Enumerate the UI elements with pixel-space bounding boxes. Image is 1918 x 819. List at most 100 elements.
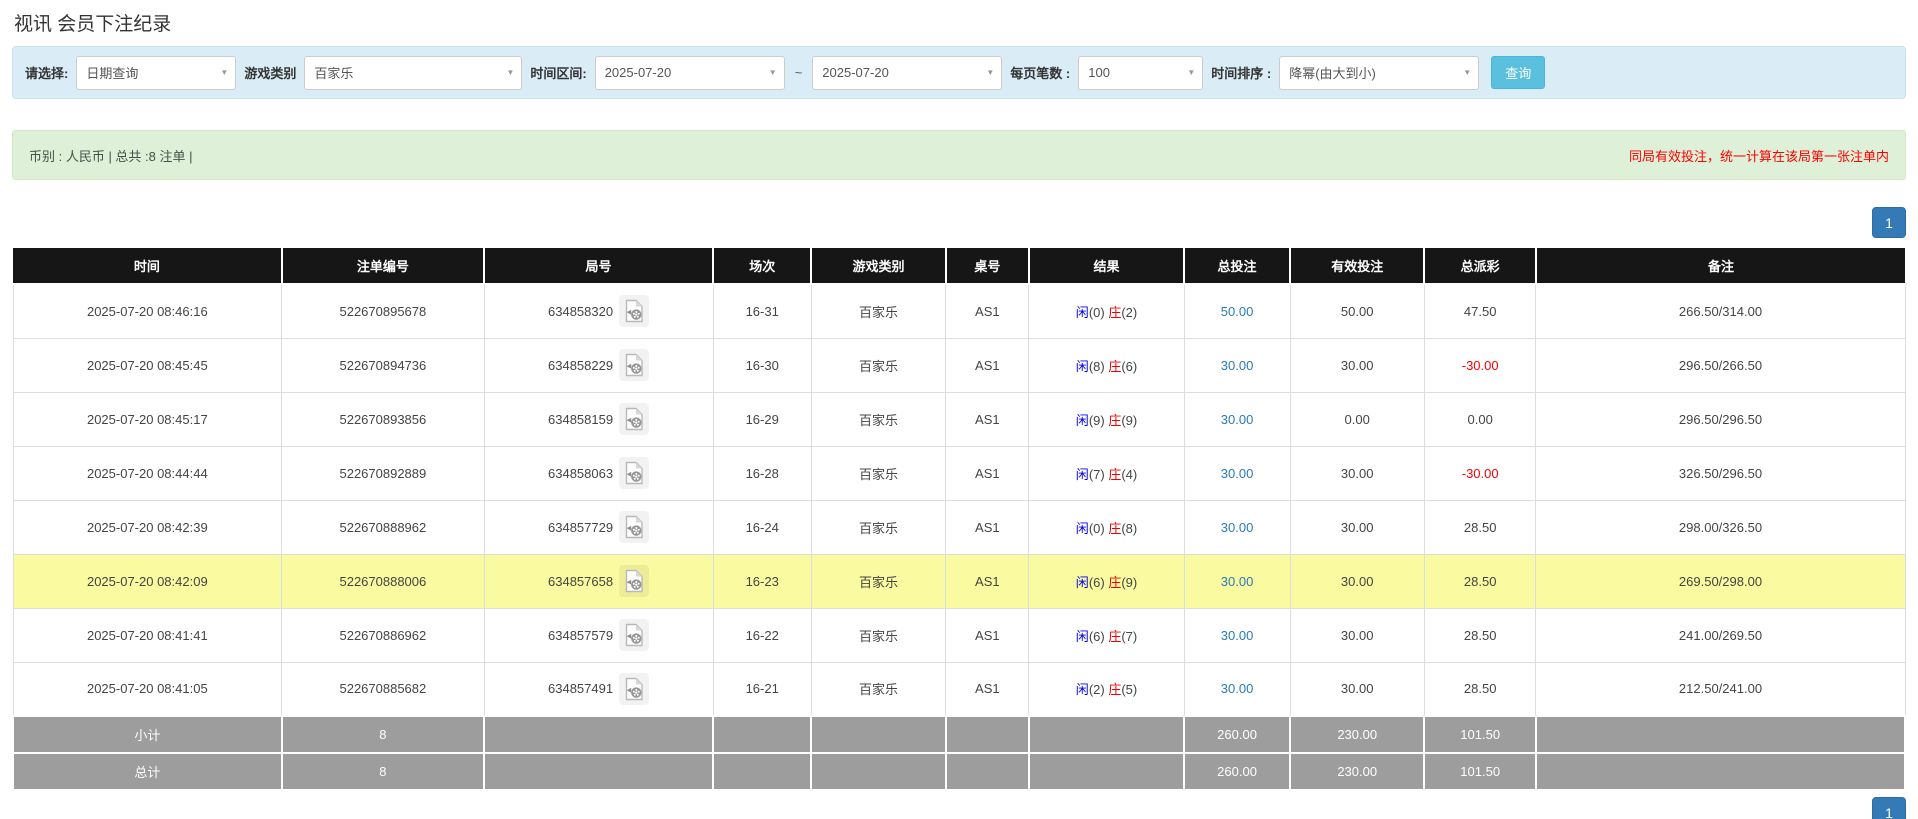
currency-total-text: 币别 : 人民币 | 总共 :8 注单 |	[29, 148, 193, 164]
chevron-down-icon: ▼	[506, 68, 515, 77]
cell-bet-id: 522670886962	[281, 607, 485, 663]
cell-result: 闲(7) 庄(4)	[1028, 445, 1185, 501]
video-replay-button[interactable]	[619, 565, 650, 597]
result-player-label: 闲	[1075, 466, 1089, 482]
grand-total-label: 总计	[12, 752, 283, 791]
table-row: 2025-07-20 08:44:44 522670892889 6348580…	[12, 445, 1906, 501]
chevron-down-icon: ▼	[986, 68, 995, 77]
header-game-category: 游戏类别	[811, 248, 947, 285]
round-id-value: 634858229	[548, 357, 614, 373]
cell-time: 2025-07-20 08:45:45	[12, 337, 283, 393]
video-replay-button[interactable]	[619, 619, 650, 651]
cell-table-no: AS1	[945, 499, 1030, 555]
video-replay-button[interactable]	[619, 457, 650, 489]
table-row: 2025-07-20 08:42:09 522670888006 6348576…	[12, 553, 1906, 609]
video-file-icon	[625, 623, 643, 647]
cell-result: 闲(2) 庄(5)	[1028, 661, 1185, 717]
cell-result: 闲(0) 庄(2)	[1028, 283, 1185, 339]
cell-round-id: 634857658	[483, 553, 714, 609]
game-category-value: 百家乐	[314, 66, 354, 81]
cell-table-no: AS1	[945, 607, 1030, 663]
result-player-score: (7)	[1088, 466, 1105, 482]
cell-table-no: AS1	[945, 391, 1030, 447]
cell-payout: 0.00	[1423, 391, 1537, 447]
total-bet-link[interactable]: 30.00	[1221, 681, 1254, 696]
video-replay-button[interactable]	[619, 295, 650, 328]
time-range-label: 时间区间:	[530, 66, 587, 81]
video-file-icon	[625, 461, 643, 485]
total-bet-link[interactable]: 30.00	[1221, 574, 1254, 589]
header-remark: 备注	[1535, 248, 1905, 285]
total-bet-link[interactable]: 30.00	[1221, 520, 1254, 535]
total-bet-link[interactable]: 30.00	[1221, 628, 1254, 643]
chevron-down-icon: ▼	[768, 68, 777, 77]
round-id-value: 634858063	[548, 465, 614, 481]
total-bet-link[interactable]: 30.00	[1221, 358, 1254, 373]
date-from-input[interactable]: 2025-07-20 ▼	[594, 55, 785, 90]
cell-payout: 28.50	[1423, 499, 1537, 555]
result-banker-score: (8)	[1121, 520, 1138, 536]
game-category-select[interactable]: 百家乐 ▼	[304, 55, 523, 90]
result-player-label: 闲	[1075, 682, 1089, 698]
result-banker-score: (9)	[1121, 412, 1138, 428]
result-player-label: 闲	[1075, 520, 1089, 536]
result-player-label: 闲	[1075, 358, 1089, 374]
result-banker-score: (2)	[1121, 304, 1138, 320]
cell-payout: -30.00	[1423, 445, 1537, 501]
result-banker-label: 庄	[1108, 358, 1122, 374]
grand-total-valid-bet: 230.00	[1289, 752, 1426, 791]
cell-valid-bet: 0.00	[1289, 391, 1425, 447]
table-header-row: 时间 注单编号 局号 场次 游戏类别 桌号 结果 总投注 有效投注 总派彩 备注	[13, 248, 1905, 285]
page-size-select[interactable]: 100 ▼	[1078, 55, 1204, 90]
video-replay-button[interactable]	[619, 672, 650, 705]
query-type-select[interactable]: 日期查询 ▼	[76, 55, 237, 90]
cell-time: 2025-07-20 08:44:44	[12, 445, 283, 501]
page-1-button[interactable]: 1	[1872, 207, 1906, 238]
cell-round-id: 634858320	[483, 283, 714, 339]
cell-total-bet: 30.00	[1183, 391, 1291, 447]
cell-total-bet: 30.00	[1183, 553, 1291, 609]
cell-round-id: 634857579	[483, 607, 714, 663]
round-id-value: 634857579	[548, 627, 614, 643]
date-to-value: 2025-07-20	[822, 65, 889, 80]
result-banker-score: (5)	[1121, 682, 1138, 698]
cell-table-no: AS1	[945, 445, 1030, 501]
total-bet-link[interactable]: 30.00	[1221, 412, 1254, 427]
cell-valid-bet: 30.00	[1289, 445, 1425, 501]
result-player-score: (9)	[1088, 412, 1105, 428]
video-replay-button[interactable]	[619, 349, 650, 381]
query-button[interactable]: 查询	[1491, 56, 1546, 89]
cell-bet-id: 522670892889	[281, 445, 485, 501]
cell-round-id: 634858159	[483, 391, 714, 447]
time-sort-select[interactable]: 降幂(由大到小) ▼	[1279, 55, 1480, 90]
cell-valid-bet: 30.00	[1289, 661, 1425, 717]
date-to-input[interactable]: 2025-07-20 ▼	[812, 55, 1003, 90]
table-row: 2025-07-20 08:45:45 522670894736 6348582…	[12, 337, 1906, 393]
page-1-button-bottom[interactable]: 1	[1872, 797, 1906, 819]
table-row: 2025-07-20 08:42:39 522670888962 6348577…	[12, 499, 1906, 555]
cell-total-bet: 50.00	[1183, 283, 1291, 339]
video-replay-button[interactable]	[619, 511, 650, 543]
grand-total-row: 总计 8 260.00 230.00 101.50	[12, 752, 1907, 791]
result-player-score: (8)	[1088, 358, 1105, 374]
chevron-down-icon: ▼	[1187, 68, 1196, 77]
cell-session: 16-29	[712, 391, 812, 447]
cell-session: 16-31	[712, 283, 812, 339]
time-sort-value: 降幂(由大到小)	[1289, 66, 1376, 81]
cell-result: 闲(6) 庄(9)	[1028, 553, 1185, 609]
cell-total-bet: 30.00	[1183, 337, 1291, 393]
cell-remark: 296.50/296.50	[1535, 391, 1906, 447]
cell-remark: 269.50/298.00	[1535, 553, 1906, 609]
header-bet-id: 注单编号	[281, 248, 486, 285]
cell-valid-bet: 30.00	[1289, 607, 1425, 663]
cell-remark: 296.50/266.50	[1535, 337, 1906, 393]
result-player-score: (6)	[1088, 628, 1105, 644]
cell-time: 2025-07-20 08:46:16	[12, 283, 283, 339]
cell-bet-id: 522670888006	[281, 553, 485, 609]
total-bet-link[interactable]: 50.00	[1221, 304, 1254, 319]
cell-payout: 28.50	[1423, 553, 1537, 609]
video-replay-button[interactable]	[619, 403, 650, 435]
cell-session: 16-22	[712, 607, 812, 663]
total-bet-link[interactable]: 30.00	[1221, 466, 1254, 481]
round-id-value: 634858320	[548, 303, 614, 319]
